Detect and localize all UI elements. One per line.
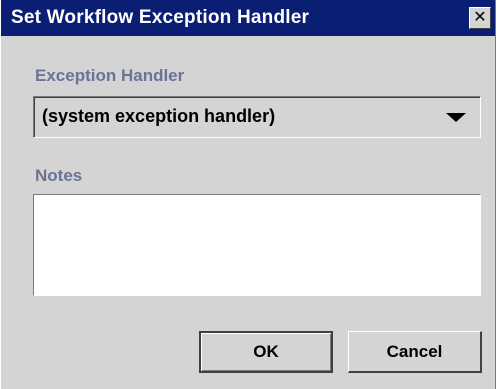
window-title: Set Workflow Exception Handler (11, 7, 310, 28)
close-icon: ✕ (473, 9, 487, 26)
notes-label: Notes (35, 166, 83, 185)
close-button[interactable]: ✕ (469, 7, 491, 29)
ok-button[interactable]: OK (199, 331, 333, 373)
notes-textarea[interactable] (33, 194, 481, 296)
title-bar[interactable]: Set Workflow Exception Handler ✕ (1, 0, 495, 36)
exception-handler-label: Exception Handler (35, 66, 185, 85)
chevron-down-icon[interactable] (446, 113, 466, 122)
selected-handler-value: (system exception handler) (42, 106, 276, 126)
cancel-button[interactable]: Cancel (348, 331, 482, 373)
exception-handler-dialog: Set Workflow Exception Handler ✕ Excepti… (0, 0, 496, 389)
exception-handler-select[interactable]: (system exception handler) (33, 96, 481, 138)
